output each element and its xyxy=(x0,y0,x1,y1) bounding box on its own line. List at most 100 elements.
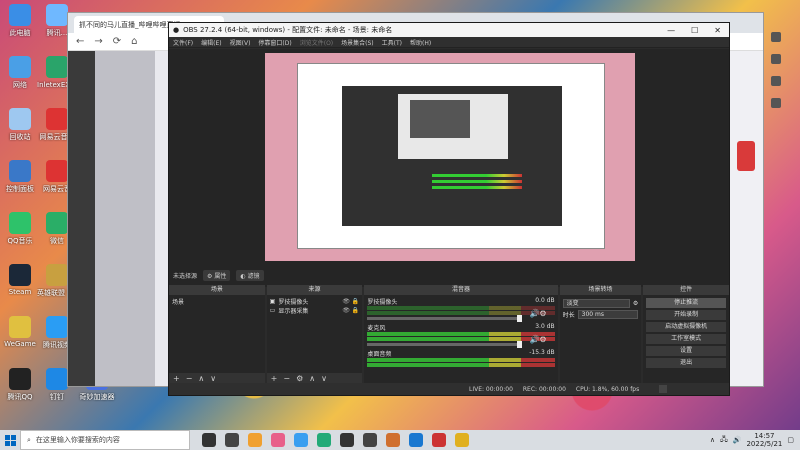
up-icon[interactable]: ∧ xyxy=(309,374,315,383)
down-icon[interactable]: ∨ xyxy=(321,374,327,383)
app-icon xyxy=(9,264,31,286)
forward-icon[interactable]: → xyxy=(94,36,102,47)
start-button[interactable] xyxy=(0,430,20,450)
app-icon xyxy=(46,4,68,26)
mixer-channel: 桌面音频 -15.3 dB xyxy=(367,349,555,367)
exit-button[interactable]: 退出 xyxy=(646,358,726,368)
menu-tools[interactable]: 工具(T) xyxy=(382,38,402,47)
clock[interactable]: 14:57 2022/5/21 xyxy=(746,432,782,448)
duration-input[interactable]: 300 ms xyxy=(577,310,639,319)
menu-file[interactable]: 文件(F) xyxy=(173,38,193,47)
nested-preview-deep xyxy=(410,100,470,138)
desktop-icon-label: 此电脑 xyxy=(9,29,31,37)
desktop-icon[interactable]: Steam xyxy=(0,264,40,296)
desktop-icon[interactable]: QQ音乐 xyxy=(0,212,40,246)
close-button[interactable]: ✕ xyxy=(714,26,721,35)
transitions-header: 场景转场 xyxy=(559,285,642,295)
speaker-icon[interactable]: 🔊⚙ xyxy=(529,309,546,318)
taskbar-app-icon[interactable] xyxy=(294,433,308,447)
settings-icon[interactable]: ⚙ xyxy=(296,374,303,383)
desktop-icon[interactable]: WeGame xyxy=(0,316,40,348)
home-icon[interactable]: ⌂ xyxy=(131,36,137,47)
volume-slider[interactable] xyxy=(367,315,523,322)
chevron-up-icon[interactable]: ∧ xyxy=(710,436,715,444)
taskbar-app-icon[interactable] xyxy=(248,433,262,447)
app-icon xyxy=(9,56,31,78)
stream-health-icon xyxy=(659,385,668,393)
source-item-camera[interactable]: ▣ 罗技摄像头 👁 🔒 xyxy=(270,297,360,306)
rec-status: REC: 00:00:00 xyxy=(522,385,566,393)
taskbar-app-icon[interactable] xyxy=(409,433,423,447)
desktop-icon-label: QQ音乐 xyxy=(7,237,33,245)
page-right-rail xyxy=(728,51,763,386)
add-icon[interactable]: + xyxy=(173,374,180,383)
desktop-icon[interactable]: 回收站 xyxy=(0,108,40,142)
nested-browser xyxy=(297,63,605,249)
menu-browse[interactable]: 浏览文件(O) xyxy=(300,38,333,47)
promo-badge[interactable] xyxy=(737,141,755,171)
nested-mixer xyxy=(432,171,522,211)
taskbar-app-icon[interactable] xyxy=(363,433,377,447)
network-icon[interactable]: 🖧 xyxy=(720,435,728,446)
menu-edit[interactable]: 编辑(E) xyxy=(201,38,221,47)
menu-help[interactable]: 帮助(H) xyxy=(410,38,431,47)
scene-item[interactable]: 场景 xyxy=(172,297,262,306)
visibility-icon[interactable]: 👁 🔒 xyxy=(342,307,359,314)
notification-icon[interactable]: ▢ xyxy=(787,436,794,444)
settings-button[interactable]: 设置 xyxy=(646,346,726,356)
taskbar-app-icon[interactable] xyxy=(432,433,446,447)
page-sidebar xyxy=(68,51,95,386)
source-item-display[interactable]: ▭ 显示器采集 👁 🔒 xyxy=(270,306,360,315)
tool-icon[interactable] xyxy=(771,98,781,108)
taskbar-app-icon[interactable] xyxy=(340,433,354,447)
preview-area[interactable] xyxy=(169,49,729,287)
menu-scene-collection[interactable]: 场景集合(S) xyxy=(341,38,374,47)
virtual-camera-button[interactable]: 启动虚拟摄像机 xyxy=(646,322,726,332)
remove-icon[interactable]: − xyxy=(283,374,290,383)
down-icon[interactable]: ∨ xyxy=(210,374,216,383)
app-icon xyxy=(46,316,68,338)
desktop-icon-label: 控制面板 xyxy=(6,185,34,193)
settings-icon[interactable]: ⚙ xyxy=(633,300,638,307)
minimize-button[interactable]: — xyxy=(667,26,675,35)
reload-icon[interactable]: ⟳ xyxy=(113,36,121,47)
tool-icon[interactable] xyxy=(771,32,781,42)
taskbar-app-icon[interactable] xyxy=(455,433,469,447)
filters-button[interactable]: ◐ 滤镜 xyxy=(236,269,264,281)
visibility-icon[interactable]: 👁 🔒 xyxy=(342,298,359,305)
menu-view[interactable]: 视图(V) xyxy=(230,38,251,47)
volume-slider[interactable] xyxy=(367,341,523,348)
mixer-header: 混音器 xyxy=(364,285,558,295)
tool-icon[interactable] xyxy=(771,54,781,64)
stop-stream-button[interactable]: 停止推流 xyxy=(646,298,726,308)
speaker-icon[interactable]: 🔊⚙ xyxy=(529,335,546,344)
obs-docks: 场景 场景 +− ∧∨ 来源 ▣ 罗技摄像头 👁 🔒 ▭ 显示器采集 � xyxy=(169,285,729,383)
taskbar-app-icon[interactable] xyxy=(317,433,331,447)
menu-docks[interactable]: 停靠窗口(D) xyxy=(258,38,291,47)
back-icon[interactable]: ← xyxy=(76,36,84,47)
volume-icon[interactable]: 🔊 xyxy=(733,436,742,444)
properties-button[interactable]: ⚙ 属性 xyxy=(203,269,231,281)
taskbar-search[interactable]: ⌕ 在这里输入你要搜索的内容 xyxy=(20,430,190,450)
tool-icon[interactable] xyxy=(771,76,781,86)
desktop-icon[interactable]: 控制面板 xyxy=(0,160,40,194)
transition-select[interactable]: 淡变 xyxy=(562,299,630,308)
page-banner xyxy=(95,51,155,386)
taskbar-app-icon[interactable] xyxy=(202,433,216,447)
add-icon[interactable]: + xyxy=(271,374,278,383)
cpu-status: CPU: 1.8%, 60.00 fps xyxy=(575,385,640,393)
desktop-icon[interactable]: 此电脑 xyxy=(0,4,40,38)
desktop-icon[interactable]: 腾讯QQ xyxy=(0,368,40,402)
maximize-button[interactable]: ☐ xyxy=(691,26,698,35)
studio-mode-button[interactable]: 工作室模式 xyxy=(646,334,726,344)
duration-label: 时长 xyxy=(562,312,575,319)
app-icon xyxy=(46,160,68,182)
desktop-icon[interactable]: 网络 xyxy=(0,56,40,90)
taskbar-app-icon[interactable] xyxy=(225,433,239,447)
app-icon xyxy=(9,4,31,26)
taskbar-app-icon[interactable] xyxy=(386,433,400,447)
start-recording-button[interactable]: 开始录制 xyxy=(646,310,726,320)
up-icon[interactable]: ∧ xyxy=(198,374,204,383)
taskbar-app-icon[interactable] xyxy=(271,433,285,447)
remove-icon[interactable]: − xyxy=(186,374,193,383)
